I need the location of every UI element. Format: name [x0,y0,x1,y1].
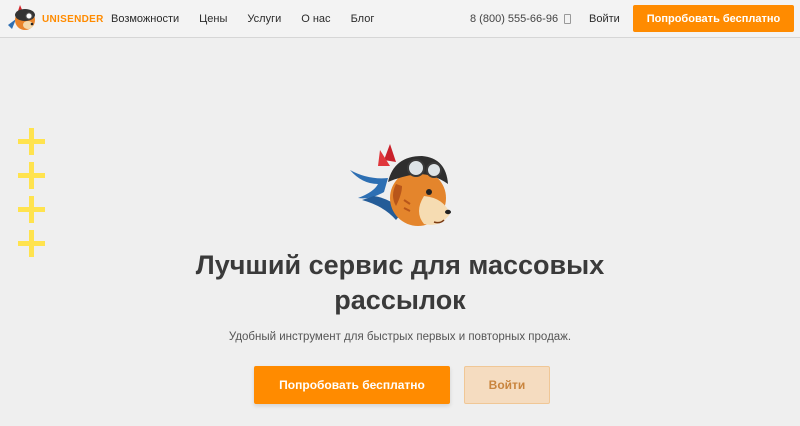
plus-decoration [18,196,45,223]
header-login-link[interactable]: Войти [589,0,620,38]
nav-item-services[interactable]: Услуги [247,13,281,25]
main-nav: Возможности Цены Услуги О нас Блог [111,0,394,38]
phone-text[interactable]: 8 (800) 555-66-96 [470,13,558,25]
hero-title: Лучший сервис для массовых рассылок [195,250,605,315]
hero-login-button[interactable]: Войти [464,366,550,404]
phone-icon [564,14,572,24]
hero-subtitle: Удобный инструмент для быстрых первых и … [228,331,572,343]
logo[interactable]: UNISENDER [6,5,104,33]
plus-decoration [18,162,45,189]
phone-number[interactable]: 8 (800) 555-66-96 [470,0,572,38]
nav-item-features[interactable]: Возможности [111,13,179,25]
fox-logo-icon [8,5,35,30]
nav-item-pricing[interactable]: Цены [199,13,227,25]
plus-decoration [18,128,45,155]
nav-item-blog[interactable]: Блог [351,13,375,25]
header-try-free-button[interactable]: Попробовать бесплатно [633,5,794,32]
brand-name: UNISENDER [42,13,104,25]
hero-try-free-button[interactable]: Попробовать бесплатно [254,366,450,404]
fox-mascot-illustration [350,144,451,226]
plus-decoration [18,230,45,257]
site-header: UNISENDER Возможности Цены Услуги О нас … [0,0,800,38]
nav-item-about[interactable]: О нас [301,13,330,25]
